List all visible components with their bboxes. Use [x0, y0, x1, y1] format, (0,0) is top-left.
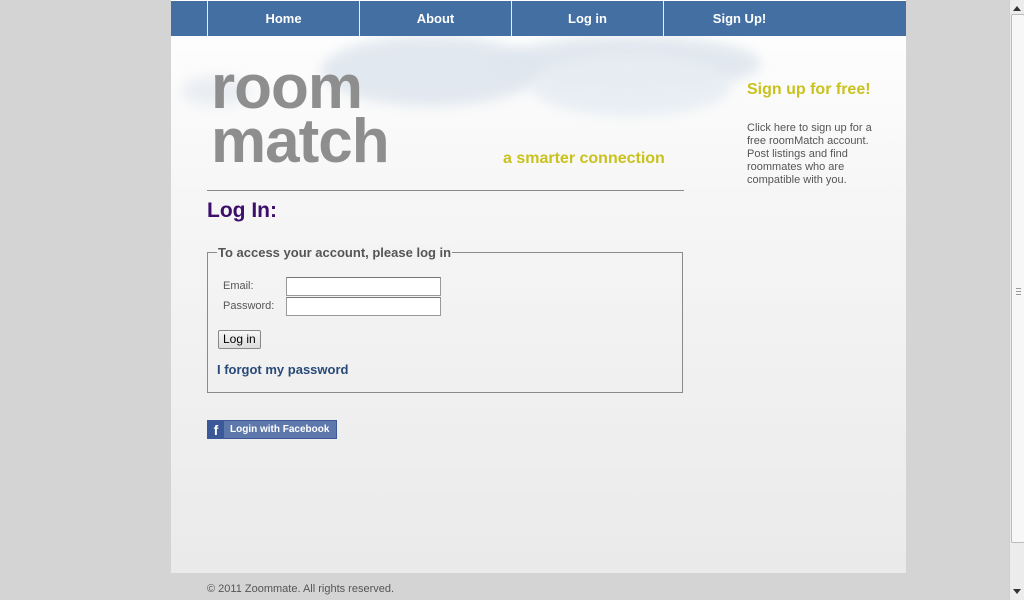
- top-nav: Home About Log in Sign Up!: [171, 1, 906, 36]
- logo-line2: match: [211, 107, 389, 170]
- page-title: Log In:: [207, 199, 277, 222]
- scrollbar-thumb[interactable]: [1011, 14, 1024, 543]
- facebook-icon: f: [208, 421, 224, 438]
- nav-home[interactable]: Home: [208, 1, 360, 36]
- scrollbar-grip: [1016, 288, 1021, 296]
- roommatch-logo: room match: [211, 60, 390, 170]
- email-label: Email:: [223, 280, 254, 292]
- facebook-login-label: Login with Facebook: [230, 424, 330, 435]
- page-container: Home About Log in Sign Up! room match a …: [171, 0, 906, 573]
- nav-about[interactable]: About: [360, 1, 512, 36]
- email-field[interactable]: [286, 277, 441, 296]
- nav-spacer: [171, 1, 208, 36]
- login-legend: To access your account, please log in: [217, 245, 453, 260]
- sidebar-text[interactable]: Click here to sign up for a free roomMat…: [747, 122, 879, 187]
- divider: [207, 190, 684, 191]
- scroll-up-icon[interactable]: [1013, 6, 1021, 11]
- sidebar-title[interactable]: Sign up for free!: [747, 81, 871, 99]
- nav-signup[interactable]: Sign Up!: [664, 1, 815, 36]
- password-label: Password:: [223, 300, 275, 312]
- vertical-scrollbar[interactable]: [1009, 0, 1024, 600]
- footer-copyright: © 2011 Zoommate. All rights reserved.: [207, 583, 395, 595]
- nav-login[interactable]: Log in: [512, 1, 664, 36]
- facebook-login-button[interactable]: f Login with Facebook: [207, 420, 337, 439]
- tagline: a smarter connection: [503, 150, 665, 167]
- scroll-down-icon[interactable]: [1013, 589, 1021, 594]
- password-field[interactable]: [286, 297, 441, 316]
- login-submit-button[interactable]: Log in: [218, 330, 261, 349]
- forgot-password-link[interactable]: I forgot my password: [217, 362, 348, 377]
